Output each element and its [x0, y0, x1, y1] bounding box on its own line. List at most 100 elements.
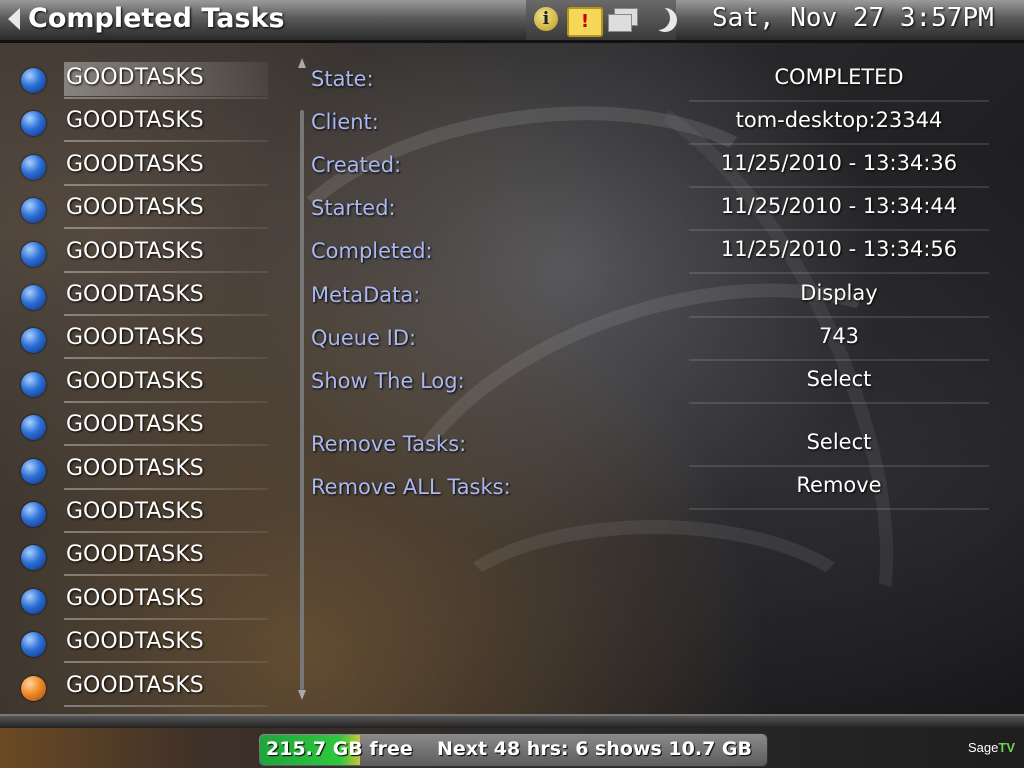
detail-row[interactable]: Completed: 11/25/2010 - 13:34:56 [311, 234, 991, 274]
task-label: GOODTASKS [66, 412, 204, 438]
task-label: GOODTASKS [66, 455, 204, 481]
status-dot-icon [21, 241, 46, 267]
moon-icon[interactable] [646, 6, 670, 30]
task-item[interactable]: GOODTASKS [0, 579, 268, 620]
disk-space-bar: 215.7 GB free Next 48 hrs: 6 shows 10.7 … [258, 733, 768, 767]
task-item[interactable]: GOODTASKS [0, 188, 268, 230]
status-dot-icon [21, 371, 46, 397]
scroll-up-icon[interactable] [298, 58, 306, 68]
row-divider [689, 402, 989, 404]
task-item[interactable]: GOODTASKS [0, 405, 268, 447]
detail-value[interactable]: 11/25/2010 - 13:34:36 [689, 151, 989, 175]
sagetv-logo: SageTV [968, 740, 1015, 755]
detail-label: Remove ALL Tasks: [311, 475, 511, 499]
status-dot-icon [21, 415, 46, 441]
detail-value[interactable]: COMPLETED [689, 65, 989, 89]
row-divider [64, 444, 268, 447]
task-item[interactable]: GOODTASKS [0, 362, 268, 403]
task-item[interactable]: GOODTASKS [0, 275, 268, 316]
task-item[interactable]: GOODTASKS [0, 101, 268, 143]
row-divider [64, 617, 268, 620]
task-label: GOODTASKS [66, 585, 204, 611]
task-item[interactable]: GOODTASKS [0, 622, 268, 664]
detail-row[interactable]: MetaData: Display [311, 278, 991, 318]
detail-row[interactable]: Client: tom-desktop:23344 [311, 105, 991, 145]
row-divider [64, 487, 268, 490]
row-divider [689, 186, 989, 188]
task-item[interactable]: GOODTASKS [0, 492, 268, 533]
task-label: GOODTASKS [66, 325, 204, 351]
status-dot-icon [21, 154, 46, 180]
detail-value[interactable]: 11/25/2010 - 13:34:56 [689, 237, 989, 261]
row-divider [64, 357, 268, 360]
windows-icon[interactable] [608, 8, 638, 32]
task-label: GOODTASKS [66, 672, 204, 698]
row-divider [64, 704, 268, 707]
row-divider [689, 508, 989, 510]
detail-value[interactable]: tom-desktop:23344 [689, 108, 989, 132]
row-divider [689, 272, 989, 274]
detail-value[interactable]: 743 [689, 324, 989, 348]
detail-row[interactable]: Show The Log: Select [311, 364, 991, 404]
clock: Sat, Nov 27 3:57PM [712, 3, 994, 33]
status-dot-icon [21, 588, 46, 614]
row-divider [689, 100, 989, 102]
row-divider [64, 400, 268, 403]
task-item[interactable]: GOODTASKS [0, 58, 268, 99]
info-icon[interactable]: i [534, 7, 558, 31]
back-arrow-icon[interactable] [8, 8, 20, 30]
scroll-down-icon[interactable] [298, 690, 306, 700]
detail-label: Show The Log: [311, 369, 465, 393]
task-label: GOODTASKS [66, 151, 204, 177]
task-label: GOODTASKS [66, 629, 204, 655]
detail-value[interactable]: Remove [689, 473, 989, 497]
disk-free-label: 215.7 GB free [266, 738, 413, 760]
task-label: GOODTASKS [66, 499, 204, 524]
task-item[interactable]: GOODTASKS [0, 318, 268, 360]
row-divider [689, 465, 989, 467]
detail-value[interactable]: Display [689, 281, 989, 305]
detail-value[interactable]: Select [689, 430, 989, 454]
task-label: GOODTASKS [66, 282, 204, 307]
header-bar: Completed Tasks i Sat, Nov 27 3:57PM [0, 0, 1024, 43]
status-icons: i [526, 0, 676, 40]
detail-row[interactable]: Started: 11/25/2010 - 13:34:44 [311, 191, 991, 231]
scrollbar[interactable] [296, 58, 308, 706]
footer-bar: 215.7 GB free Next 48 hrs: 6 shows 10.7 … [0, 728, 1024, 768]
task-item[interactable]: GOODTASKS [0, 666, 268, 707]
scroll-track[interactable] [300, 110, 304, 690]
row-divider [64, 227, 268, 230]
task-label: GOODTASKS [66, 238, 204, 264]
detail-row[interactable]: Queue ID: 743 [311, 321, 991, 361]
detail-row[interactable]: Created: 11/25/2010 - 13:34:36 [311, 148, 991, 188]
detail-label: MetaData: [311, 283, 421, 307]
status-dot-icon [21, 328, 46, 354]
detail-row[interactable]: Remove Tasks: Select [311, 427, 991, 467]
row-divider [64, 183, 268, 186]
row-divider [689, 359, 989, 361]
detail-row[interactable]: Remove ALL Tasks: Remove [311, 470, 991, 510]
task-label: GOODTASKS [66, 368, 204, 394]
task-item[interactable]: GOODTASKS [0, 145, 268, 186]
tv-alert-icon[interactable] [567, 7, 603, 37]
detail-row[interactable]: State: COMPLETED [311, 62, 991, 102]
page-title: Completed Tasks [28, 3, 285, 34]
task-list: GOODTASKS GOODTASKS GOODTASKS GOODTASKS GOOD… [0, 58, 300, 718]
row-divider [64, 574, 268, 577]
detail-label: State: [311, 67, 374, 91]
status-dot-icon [21, 545, 46, 571]
status-dot-icon [21, 111, 46, 137]
row-divider [64, 140, 268, 143]
status-dot-icon [21, 198, 46, 224]
task-item[interactable]: GOODTASKS [0, 232, 268, 273]
detail-value[interactable]: 11/25/2010 - 13:34:44 [689, 194, 989, 218]
row-divider [64, 531, 268, 533]
detail-label: Remove Tasks: [311, 432, 467, 456]
row-divider [689, 143, 989, 145]
task-item[interactable]: GOODTASKS [0, 449, 268, 490]
detail-value[interactable]: Select [689, 367, 989, 391]
status-dot-icon [21, 675, 46, 701]
task-label: GOODTASKS [66, 542, 204, 568]
task-item[interactable]: GOODTASKS [0, 535, 268, 577]
next-shows-label: Next 48 hrs: 6 shows 10.7 GB [437, 738, 752, 760]
